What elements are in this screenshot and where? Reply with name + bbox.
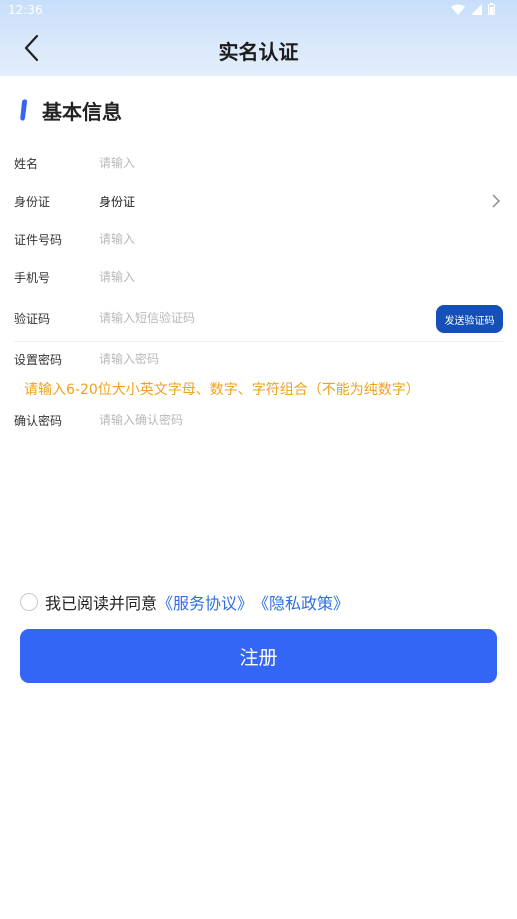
id-type-select[interactable]: 身份证 — [99, 193, 135, 210]
send-code-button[interactable]: 发送验证码 — [436, 305, 503, 333]
id-type-label: 身份证 — [14, 194, 51, 209]
phone-input[interactable] — [99, 270, 419, 284]
name-label: 姓名 — [14, 156, 39, 171]
password-label: 设置密码 — [14, 352, 63, 367]
id-number-input[interactable] — [99, 232, 419, 246]
id-number-row: 证件号码 — [0, 220, 517, 258]
code-label: 验证码 — [14, 311, 51, 326]
signal-icon — [471, 3, 482, 15]
service-agreement-link[interactable]: 《服务协议》 — [157, 590, 253, 614]
agree-checkbox[interactable] — [20, 593, 38, 611]
code-input[interactable] — [99, 311, 419, 325]
password-input[interactable] — [99, 352, 419, 366]
battery-icon — [488, 3, 495, 15]
password-row: 设置密码 — [0, 340, 517, 378]
id-type-row[interactable]: 身份证 身份证 — [0, 182, 517, 220]
section-title: 基本信息 — [42, 99, 122, 124]
privacy-policy-link[interactable]: 《隐私政策》 — [253, 590, 349, 614]
confirm-row: 确认密码 — [0, 401, 517, 439]
wifi-icon — [451, 4, 465, 15]
phone-row: 手机号 — [0, 258, 517, 296]
status-icons — [451, 3, 495, 15]
status-time: 12:36 — [8, 3, 43, 17]
confirm-label: 确认密码 — [14, 413, 63, 428]
section-accent-icon — [20, 99, 27, 121]
section-header: 基本信息 — [20, 97, 122, 124]
confirm-password-input[interactable] — [99, 413, 419, 427]
name-row: 姓名 — [0, 144, 517, 182]
top-header: 12:36 实名认证 — [0, 0, 517, 76]
agreement-text: 我已阅读并同意 — [45, 594, 158, 613]
agreement-row: 我已阅读并同意 《服务协议》 《隐私政策》 — [20, 590, 349, 614]
password-hint: 请输入6-20位大小英文字母、数字、字符组合（不能为纯数字） — [24, 382, 420, 398]
phone-label: 手机号 — [14, 270, 51, 285]
id-number-label: 证件号码 — [14, 232, 63, 247]
name-input[interactable] — [99, 156, 419, 170]
page-title: 实名认证 — [218, 40, 299, 64]
register-button[interactable]: 注册 — [20, 629, 497, 683]
chevron-right-icon[interactable] — [491, 194, 501, 208]
